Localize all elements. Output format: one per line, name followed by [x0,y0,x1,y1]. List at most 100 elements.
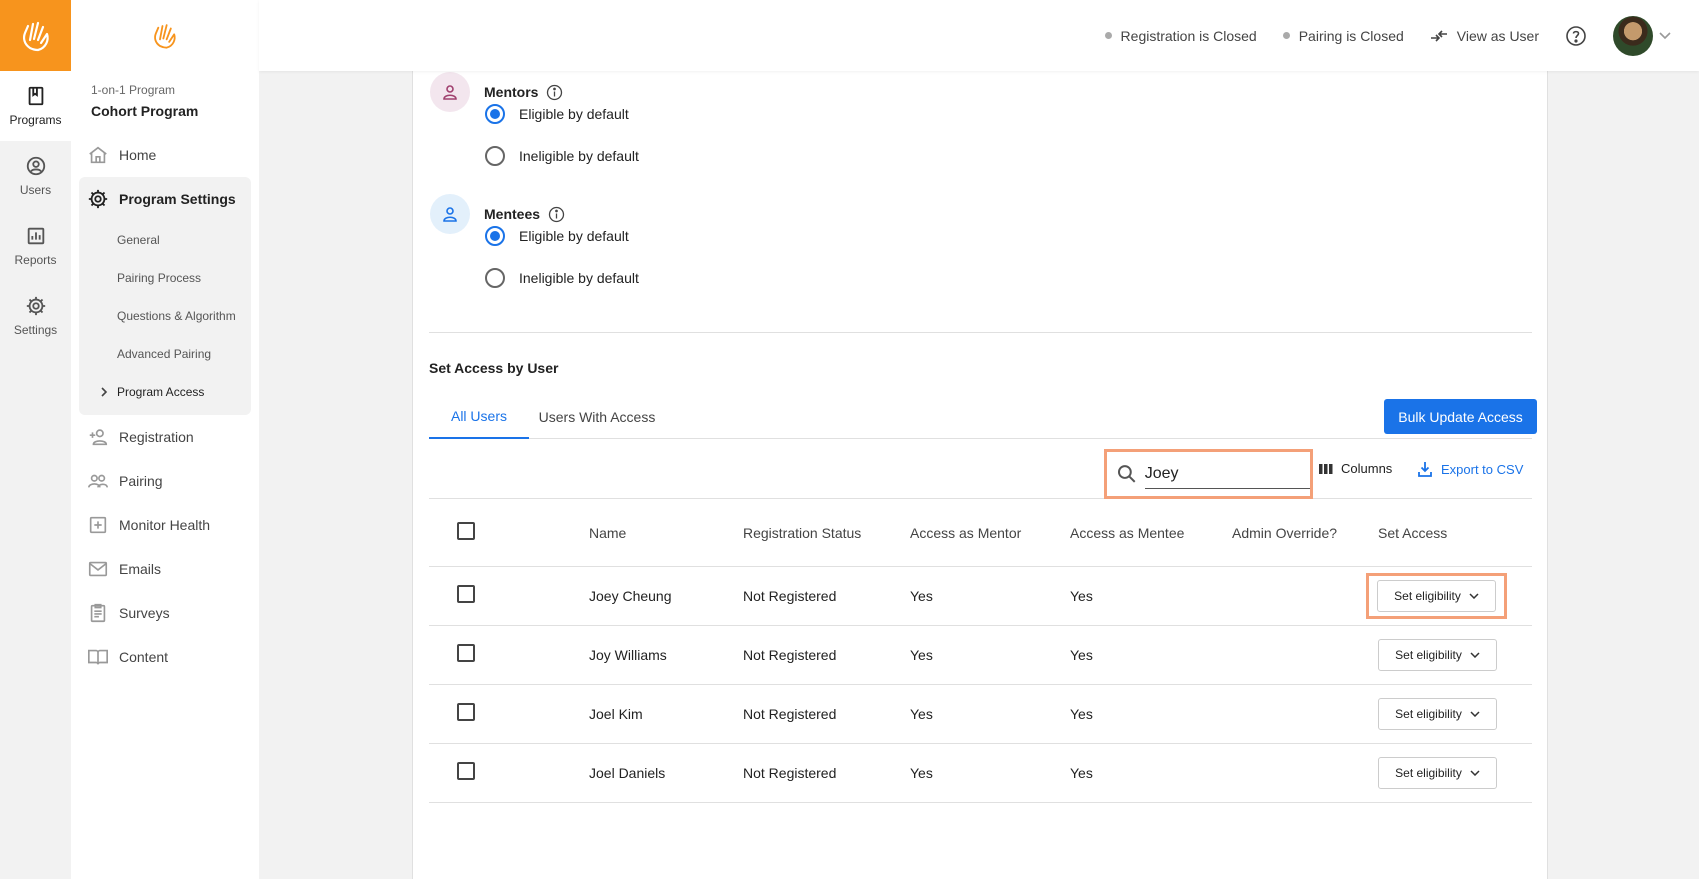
search-input[interactable]: Joey [1144,459,1310,489]
select-all-checkbox[interactable] [457,522,475,541]
rail-reports[interactable]: Reports [0,211,71,281]
mentees-label: Mentees [484,206,541,222]
row-checkbox[interactable] [457,585,475,603]
mentees-ineligible-option[interactable]: Ineligible by default [485,268,639,288]
bulk-update-access-button[interactable]: Bulk Update Access [1384,399,1537,434]
nav-registration[interactable]: Registration [71,415,259,459]
wave-hand-icon [22,21,49,51]
mentors-title: Mentors [484,84,563,101]
users-table: Name Registration Status Access as Mento… [429,500,1532,803]
access-as-mentee: Yes [1070,743,1232,803]
program-settings-group: Program Settings General Pairing Process… [79,177,251,415]
mentors-label: Mentors [484,84,539,100]
nav-monitor-health[interactable]: Monitor Health [71,503,259,547]
mentors-eligible-radio[interactable] [485,104,505,124]
header-access-mentor[interactable]: Access as Mentor [910,500,1070,567]
mentee-role-avatar [430,194,470,234]
app-logo[interactable] [0,0,71,71]
nav-home[interactable]: Home [71,133,259,177]
nav-pairing[interactable]: Pairing [71,459,259,503]
view-as-user-button[interactable]: View as User [1430,28,1539,44]
user-name: Joey Cheung [589,566,743,626]
nav-label-program-access: Program Access [117,385,205,399]
header-registration-status[interactable]: Registration Status [743,500,910,567]
header-admin-override[interactable]: Admin Override? [1232,500,1378,567]
mentors-ineligible-label: Ineligible by default [519,148,639,164]
rail-label-users: Users [19,183,52,197]
set-eligibility-dropdown[interactable]: Set eligibility [1378,638,1497,671]
nav-emails[interactable]: Emails [71,547,259,591]
user-circle-icon [26,156,45,176]
open-book-icon [88,649,108,665]
row-select-cell [429,684,589,744]
set-eligibility-dropdown[interactable]: Set eligibility [1378,697,1497,730]
row-checkbox[interactable] [457,644,475,662]
rail-label-programs: Programs [9,113,62,127]
registration-status: Registration is Closed [1104,27,1257,44]
program-logo [71,0,259,71]
nav-general[interactable]: General [79,221,251,259]
admin-override [1232,684,1378,744]
nav-pairing-process[interactable]: Pairing Process [79,259,251,297]
nav-label-surveys: Surveys [119,605,170,621]
top-bar: Registration is Closed Pairing is Closed… [259,0,1699,71]
row-select-cell [429,566,589,626]
gear-icon [88,189,108,209]
person-icon [443,207,457,222]
chevron-down-icon [1470,651,1480,658]
nav-label-content: Content [119,649,169,665]
table-row: Joel Daniels Not Registered Yes Yes Set … [429,743,1532,803]
help-icon[interactable] [1565,25,1587,47]
nav-content[interactable]: Content [71,635,259,679]
user-menu[interactable] [1613,15,1671,56]
rail-label-reports: Reports [14,253,57,267]
row-checkbox[interactable] [457,762,475,780]
rail-settings[interactable]: Settings [0,281,71,351]
row-checkbox[interactable] [457,703,475,721]
set-eligibility-dropdown[interactable]: Set eligibility [1377,579,1496,612]
tab-all-users[interactable]: All Users [429,395,529,439]
mentors-eligible-option[interactable]: Eligible by default [485,104,629,124]
nav-program-access[interactable]: Program Access [79,373,251,411]
program-name: Cohort Program [91,103,199,119]
mentees-eligible-option[interactable]: Eligible by default [485,226,629,246]
export-csv-button[interactable]: Export to CSV [1417,461,1523,477]
search-highlight: Joey [1104,449,1313,499]
columns-button[interactable]: Columns [1319,461,1392,476]
access-as-mentee: Yes [1070,625,1232,685]
nav-program-settings[interactable]: Program Settings [79,177,251,221]
set-access-cell: Set eligibility [1378,684,1532,744]
registration-status-text: Registration is Closed [1120,27,1257,44]
header-name[interactable]: Name [589,500,743,567]
rail-users[interactable]: Users [0,141,71,211]
program-access-card: Mentors Eligible by default Ineligible b… [412,71,1548,879]
nav-surveys[interactable]: Surveys [71,591,259,635]
rail-programs[interactable]: Programs [0,71,71,141]
info-icon[interactable] [546,84,563,101]
nav-advanced-pairing[interactable]: Advanced Pairing [79,335,251,373]
header-access-mentee[interactable]: Access as Mentee [1070,500,1232,567]
user-name: Joy Williams [589,625,743,685]
info-icon[interactable] [548,206,565,223]
columns-label: Columns [1341,461,1393,476]
book-icon [28,86,43,106]
mentees-eligible-label: Eligible by default [519,228,629,244]
columns-icon [1319,463,1333,474]
mentors-ineligible-option[interactable]: Ineligible by default [485,146,639,166]
user-name: Joel Daniels [589,743,743,803]
program-nav: Home Program Settings General Pairing Pr… [71,133,259,679]
people-icon [88,474,108,488]
set-eligibility-dropdown[interactable]: Set eligibility [1378,756,1497,789]
mentors-ineligible-radio[interactable] [485,146,505,166]
header-set-access: Set Access [1378,500,1532,567]
section-divider [429,332,1532,333]
mentees-ineligible-radio[interactable] [485,268,505,288]
set-access-cell: Set eligibility [1378,743,1532,803]
nav-questions-algorithm[interactable]: Questions & Algorithm [79,297,251,335]
app-rail: Programs Users Reports Settings [0,0,71,879]
view-as-user-label: View as User [1456,27,1539,44]
tab-users-with-access[interactable]: Users With Access [529,395,665,439]
access-as-mentor: Yes [910,566,1070,626]
mentees-eligible-radio[interactable] [485,226,505,246]
chevron-down-icon [1469,592,1479,599]
